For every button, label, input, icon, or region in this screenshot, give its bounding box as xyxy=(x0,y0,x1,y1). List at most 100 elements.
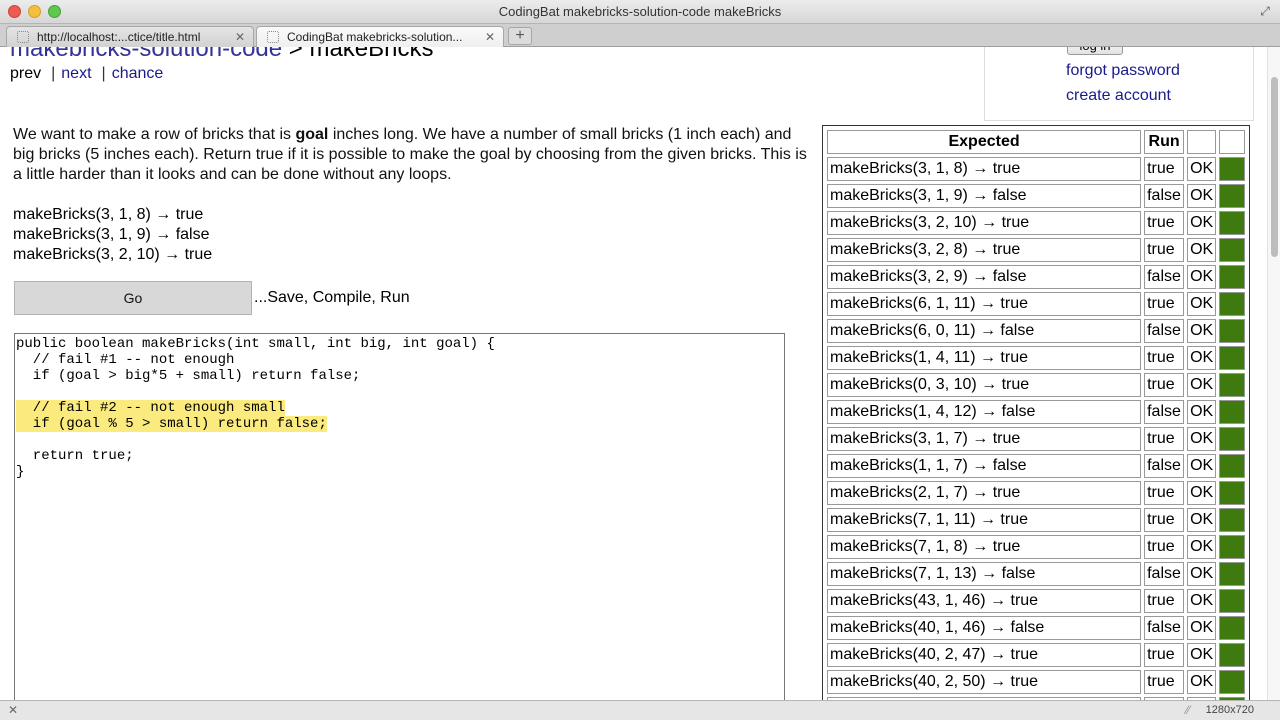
expected-cell: makeBricks(1, 4, 11) → true xyxy=(827,346,1142,370)
expected-cell: makeBricks(1, 1, 7) → false xyxy=(827,454,1142,478)
run-cell: true xyxy=(1144,346,1185,370)
ok-cell: OK xyxy=(1187,319,1217,343)
ok-cell: OK xyxy=(1187,535,1217,559)
status-indicator xyxy=(1219,184,1245,208)
resize-icon[interactable]: ⁄⁄ xyxy=(1186,703,1190,717)
status-indicator xyxy=(1219,346,1245,370)
run-cell: false xyxy=(1144,400,1185,424)
expected-cell: makeBricks(3, 2, 9) → false xyxy=(827,265,1142,289)
ok-cell: OK xyxy=(1187,373,1217,397)
run-cell: true xyxy=(1144,643,1185,667)
breadcrumb-parent-link[interactable]: makebricks-solution-code xyxy=(10,47,282,62)
run-cell: true xyxy=(1144,508,1185,532)
ok-cell: OK xyxy=(1187,184,1217,208)
status-indicator xyxy=(1219,643,1245,667)
description-bold: goal xyxy=(295,126,329,143)
code-line: } xyxy=(16,464,783,480)
example-line: makeBricks(3, 1, 9) → false xyxy=(13,226,210,243)
login-button[interactable]: log in xyxy=(1067,47,1123,55)
expected-cell: makeBricks(40, 2, 47) → true xyxy=(827,643,1142,667)
account-box: log in forgot password create account xyxy=(984,47,1254,121)
example-line: makeBricks(3, 1, 8) → true xyxy=(13,206,204,223)
result-row: makeBricks(7, 1, 11) → true true OK xyxy=(827,508,1245,532)
code-line: // fail #2 -- not enough small xyxy=(16,400,783,416)
ok-cell: OK xyxy=(1187,670,1217,694)
run-cell: false xyxy=(1144,562,1185,586)
close-icon[interactable]: ✕ xyxy=(8,703,18,717)
tab-codingbat[interactable]: CodingBat makebricks-solution... ✕ xyxy=(256,26,504,47)
expected-cell: makeBricks(6, 1, 11) → true xyxy=(827,292,1142,316)
scroll-thumb[interactable] xyxy=(1271,77,1278,257)
code-line: return true; xyxy=(16,448,783,464)
run-cell: true xyxy=(1144,292,1185,316)
next-link[interactable]: next xyxy=(61,65,91,82)
run-cell: true xyxy=(1144,211,1185,235)
code-line: if (goal % 5 > small) return false; xyxy=(16,416,783,432)
ok-cell: OK xyxy=(1187,616,1217,640)
prev-label: prev xyxy=(10,65,42,82)
result-row: makeBricks(3, 1, 9) → false false OK xyxy=(827,184,1245,208)
result-row: makeBricks(3, 1, 8) → true true OK xyxy=(827,157,1245,181)
ok-cell: OK xyxy=(1187,211,1217,235)
run-cell: false xyxy=(1144,454,1185,478)
result-row: makeBricks(6, 0, 11) → false false OK xyxy=(827,319,1245,343)
tab-localhost[interactable]: http://localhost:...ctice/title.html ✕ xyxy=(6,26,254,47)
run-cell: true xyxy=(1144,238,1185,262)
expected-cell: makeBricks(40, 1, 46) → false xyxy=(827,616,1142,640)
status-indicator xyxy=(1219,400,1245,424)
create-account-link[interactable]: create account xyxy=(1066,87,1171,105)
run-cell: false xyxy=(1144,616,1185,640)
highlighted-code: if (goal % 5 > small) return false; xyxy=(16,416,327,432)
ok-cell: OK xyxy=(1187,265,1217,289)
expected-cell: makeBricks(3, 1, 9) → false xyxy=(827,184,1142,208)
expected-cell: makeBricks(2, 1, 7) → true xyxy=(827,481,1142,505)
go-button[interactable]: Go xyxy=(14,281,252,315)
problem-description: We want to make a row of bricks that is … xyxy=(13,125,813,185)
run-cell: true xyxy=(1144,157,1185,181)
expected-cell: makeBricks(3, 2, 8) → true xyxy=(827,238,1142,262)
status-indicator xyxy=(1219,157,1245,181)
run-cell: false xyxy=(1144,319,1185,343)
tab-close-icon[interactable]: ✕ xyxy=(485,27,495,47)
status-indicator xyxy=(1219,319,1245,343)
run-header: Run xyxy=(1144,130,1185,154)
run-cell: true xyxy=(1144,670,1185,694)
new-tab-button[interactable]: + xyxy=(508,27,532,45)
code-line: // fail #1 -- not enough xyxy=(16,352,783,368)
result-row: makeBricks(6, 1, 11) → true true OK xyxy=(827,292,1245,316)
status-indicator xyxy=(1219,616,1245,640)
page-icon xyxy=(17,31,29,43)
status-indicator xyxy=(1219,562,1245,586)
result-row: makeBricks(3, 2, 8) → true true OK xyxy=(827,238,1245,262)
page-icon xyxy=(267,31,279,43)
expected-cell: makeBricks(3, 1, 8) → true xyxy=(827,157,1142,181)
result-row: makeBricks(0, 3, 10) → true true OK xyxy=(827,373,1245,397)
window-title: CodingBat makebricks-solution-code makeB… xyxy=(498,4,782,19)
status-header xyxy=(1219,130,1245,154)
ok-cell: OK xyxy=(1187,292,1217,316)
page-scrollbar[interactable] xyxy=(1267,47,1280,700)
status-indicator xyxy=(1219,211,1245,235)
chance-link[interactable]: chance xyxy=(112,65,164,82)
problem-nav: prev | next | chance xyxy=(10,65,169,83)
fullscreen-icon[interactable]: ⤢ xyxy=(1258,4,1272,18)
expected-cell: makeBricks(7, 1, 11) → true xyxy=(827,508,1142,532)
description-text: We want to make a row of bricks that is xyxy=(13,126,296,143)
status-indicator xyxy=(1219,670,1245,694)
forgot-password-link[interactable]: forgot password xyxy=(1066,62,1180,80)
result-row: makeBricks(7, 1, 8) → true true OK xyxy=(827,535,1245,559)
run-cell: true xyxy=(1144,481,1185,505)
result-row: makeBricks(2, 1, 7) → true true OK xyxy=(827,481,1245,505)
code-text: } xyxy=(16,464,25,480)
tab-label: CodingBat makebricks-solution... xyxy=(287,30,463,44)
example-line: makeBricks(3, 2, 10) → true xyxy=(13,246,213,263)
status-indicator xyxy=(1219,589,1245,613)
expected-cell: makeBricks(0, 3, 10) → true xyxy=(827,373,1142,397)
result-row: makeBricks(7, 1, 13) → false false OK xyxy=(827,562,1245,586)
status-bar: ✕ ⁄⁄ 1280x720 xyxy=(0,700,1280,720)
code-editor[interactable]: public boolean makeBricks(int small, int… xyxy=(14,333,785,700)
expected-cell: makeBricks(3, 1, 7) → true xyxy=(827,427,1142,451)
tab-close-icon[interactable]: ✕ xyxy=(235,27,245,47)
run-cell: true xyxy=(1144,535,1185,559)
nav-separator: | xyxy=(51,65,56,82)
